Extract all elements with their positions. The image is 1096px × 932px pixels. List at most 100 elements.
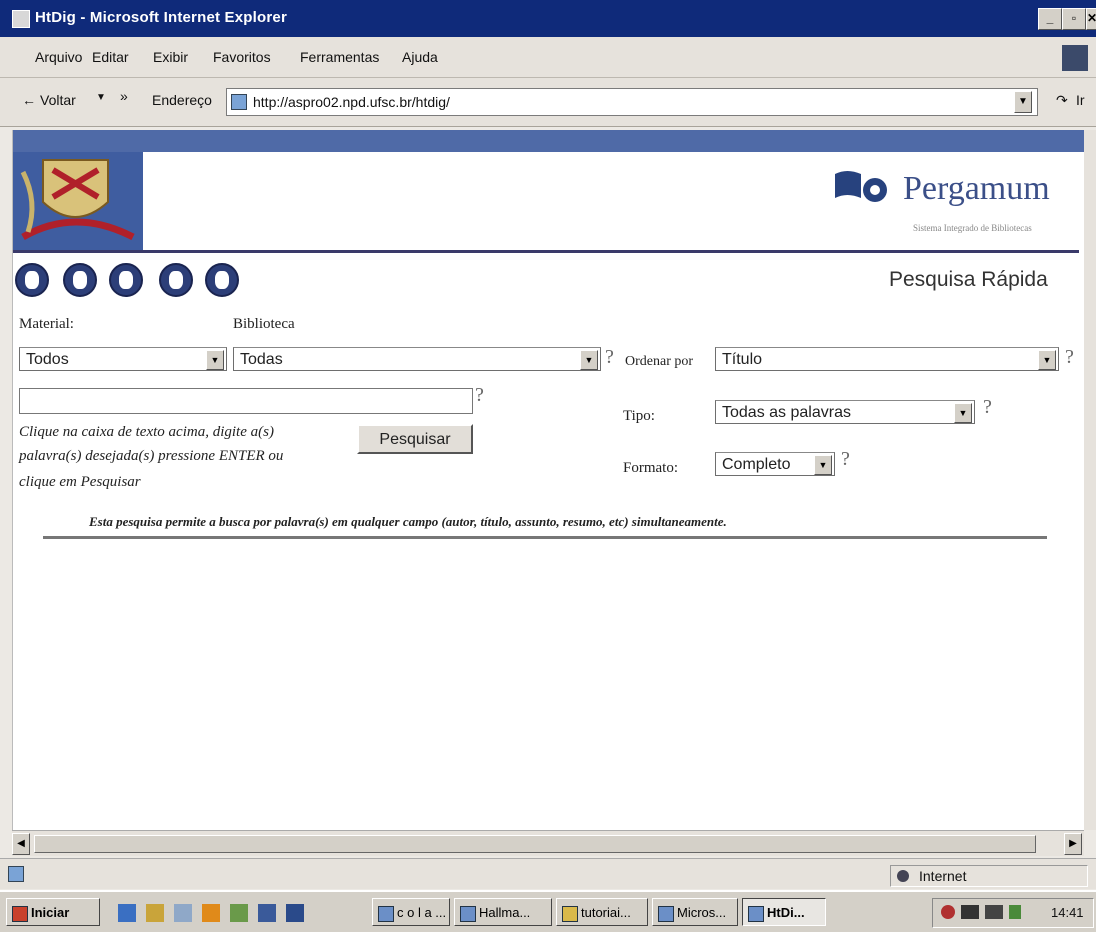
zone-panel: Internet: [890, 865, 1088, 887]
menu-arquivo[interactable]: Arquivo: [35, 49, 82, 65]
maximize-button[interactable]: ▫: [1062, 8, 1086, 30]
material-select[interactable]: Todos ▼: [19, 347, 227, 371]
material-select-arrow[interactable]: ▼: [206, 350, 224, 370]
ordenar-select[interactable]: Título ▼: [715, 347, 1059, 371]
instructions-line-3: clique em Pesquisar: [19, 474, 141, 490]
globe-icon: [897, 870, 909, 882]
ie-task-icon: [748, 906, 764, 922]
close-button[interactable]: ✕: [1086, 8, 1096, 30]
scroll-right-button[interactable]: ▶: [1064, 833, 1082, 855]
task-htdig-active[interactable]: HtDi...: [742, 898, 826, 926]
search-input[interactable]: [19, 388, 473, 414]
ordenar-help-icon[interactable]: ?: [1065, 346, 1074, 369]
scroll-thumb[interactable]: [34, 835, 1036, 853]
start-label[interactable]: Iniciar: [31, 905, 69, 920]
windows-flag-icon: [12, 906, 28, 922]
address-dropdown-button[interactable]: ▼: [1014, 91, 1032, 113]
task-micros-label: Micros...: [677, 905, 727, 920]
ie-quicklaunch-icon[interactable]: [118, 904, 136, 922]
biblioteca-select[interactable]: Todas ▼: [233, 347, 601, 371]
crest-icon: [13, 152, 143, 252]
go-arrow-icon[interactable]: ↷: [1056, 92, 1068, 109]
address-url[interactable]: http://aspro02.npd.ufsc.br/htdig/: [253, 94, 450, 110]
ie-task-icon: [378, 906, 394, 922]
tipo-select-arrow[interactable]: ▼: [954, 403, 972, 423]
formato-label: Formato:: [623, 460, 678, 476]
task-hallmark[interactable]: Hallma...: [454, 898, 552, 926]
menu-ferramentas[interactable]: Ferramentas: [300, 49, 379, 65]
brand-subtitle: Sistema Integrado de Bibliotecas: [913, 223, 1032, 233]
outlook-quicklaunch-icon[interactable]: [146, 904, 164, 922]
formato-help-icon[interactable]: ?: [841, 448, 850, 471]
brand-name: Pergamum: [903, 170, 1050, 207]
page-content: Pergamum Sistema Integrado de Biblioteca…: [12, 130, 1085, 830]
ordenar-select-arrow[interactable]: ▼: [1038, 350, 1056, 370]
status-page-icon: [8, 866, 24, 882]
nav-help-button[interactable]: [205, 263, 239, 297]
minimize-button[interactable]: _: [1038, 8, 1062, 30]
menu-exibir[interactable]: Exibir: [153, 49, 188, 65]
clock: 14:41: [1051, 905, 1084, 920]
header-divider: [13, 250, 1079, 253]
task-cola[interactable]: c o l a ...: [372, 898, 450, 926]
formato-select-value: Completo: [722, 456, 791, 473]
horizontal-scrollbar[interactable]: ◀ ▶: [12, 830, 1084, 856]
biblioteca-help-icon[interactable]: ?: [605, 346, 614, 369]
zone-label: Internet: [919, 868, 967, 884]
folder-task-icon: [562, 906, 578, 922]
address-input[interactable]: http://aspro02.npd.ufsc.br/htdig/: [226, 88, 1038, 116]
material-select-value: Todos: [26, 351, 69, 368]
ie-icon: [12, 10, 30, 28]
scroll-left-button[interactable]: ◀: [12, 833, 30, 855]
nav-refresh-button[interactable]: [109, 263, 143, 297]
tray-camera-icon[interactable]: [961, 905, 979, 919]
page-icon: [231, 94, 247, 110]
quick-launch-bar: [112, 900, 332, 926]
window-title: HtDig - Microsoft Internet Explorer: [35, 9, 288, 26]
menu-editar[interactable]: Editar: [92, 49, 129, 65]
page-title: Pesquisa Rápida: [889, 268, 1048, 291]
desktop-quicklaunch-icon[interactable]: [174, 904, 192, 922]
media-quicklaunch-icon[interactable]: [202, 904, 220, 922]
nav-close-button[interactable]: [159, 263, 193, 297]
ie-task-icon: [460, 906, 476, 922]
task-micros[interactable]: Micros...: [652, 898, 738, 926]
menu-ajuda[interactable]: Ajuda: [402, 49, 438, 65]
search-note: Esta pesquisa permite a busca por palavr…: [89, 514, 727, 529]
search-help-icon[interactable]: ?: [475, 384, 484, 407]
tray-network-icon[interactable]: [985, 905, 1003, 919]
vertical-scrollbar[interactable]: [1084, 130, 1096, 830]
chevron-down-icon[interactable]: ▼: [96, 92, 106, 103]
material-label: Material:: [19, 316, 74, 332]
taskbar: Iniciar c o l a ... Hallma... tutoriai..…: [0, 890, 1096, 932]
instructions-line-2: palavra(s) desejada(s) pressione ENTER o…: [19, 448, 284, 464]
status-bar: Internet: [0, 858, 1096, 889]
menu-favoritos[interactable]: Favoritos: [213, 49, 271, 65]
tool-quicklaunch-icon[interactable]: [258, 904, 276, 922]
window-titlebar: HtDig - Microsoft Internet Explorer _ ▫ …: [0, 0, 1096, 37]
task-hallmark-label: Hallma...: [479, 905, 531, 920]
tipo-select[interactable]: Todas as palavras ▼: [715, 400, 975, 424]
tray-app-icon[interactable]: [941, 905, 955, 919]
toolbar-more-icon[interactable]: »: [120, 88, 128, 104]
back-button[interactable]: Voltar: [40, 92, 76, 108]
tipo-select-value: Todas as palavras: [722, 404, 851, 421]
back-arrow-icon[interactable]: ←: [22, 92, 36, 108]
task-tutorial-label: tutoriai...: [581, 905, 631, 920]
tipo-help-icon[interactable]: ?: [983, 396, 992, 419]
formato-select[interactable]: Completo ▼: [715, 452, 835, 476]
app-quicklaunch-icon[interactable]: [230, 904, 248, 922]
instructions-line-1: Clique na caixa de texto acima, digite a…: [19, 424, 274, 440]
content-divider: [43, 536, 1047, 539]
ordenar-label: Ordenar por: [625, 354, 694, 369]
go-button[interactable]: Ir: [1076, 92, 1085, 108]
formato-select-arrow[interactable]: ▼: [814, 455, 832, 475]
biblioteca-select-arrow[interactable]: ▼: [580, 350, 598, 370]
cursor-quicklaunch-icon[interactable]: [286, 904, 304, 922]
nav-search-button[interactable]: [63, 263, 97, 297]
start-button[interactable]: Iniciar: [6, 898, 100, 926]
tray-volume-icon[interactable]: [1009, 905, 1021, 919]
nav-back-button[interactable]: [15, 263, 49, 297]
search-button[interactable]: Pesquisar: [357, 424, 473, 454]
task-tutorial[interactable]: tutoriai...: [556, 898, 648, 926]
